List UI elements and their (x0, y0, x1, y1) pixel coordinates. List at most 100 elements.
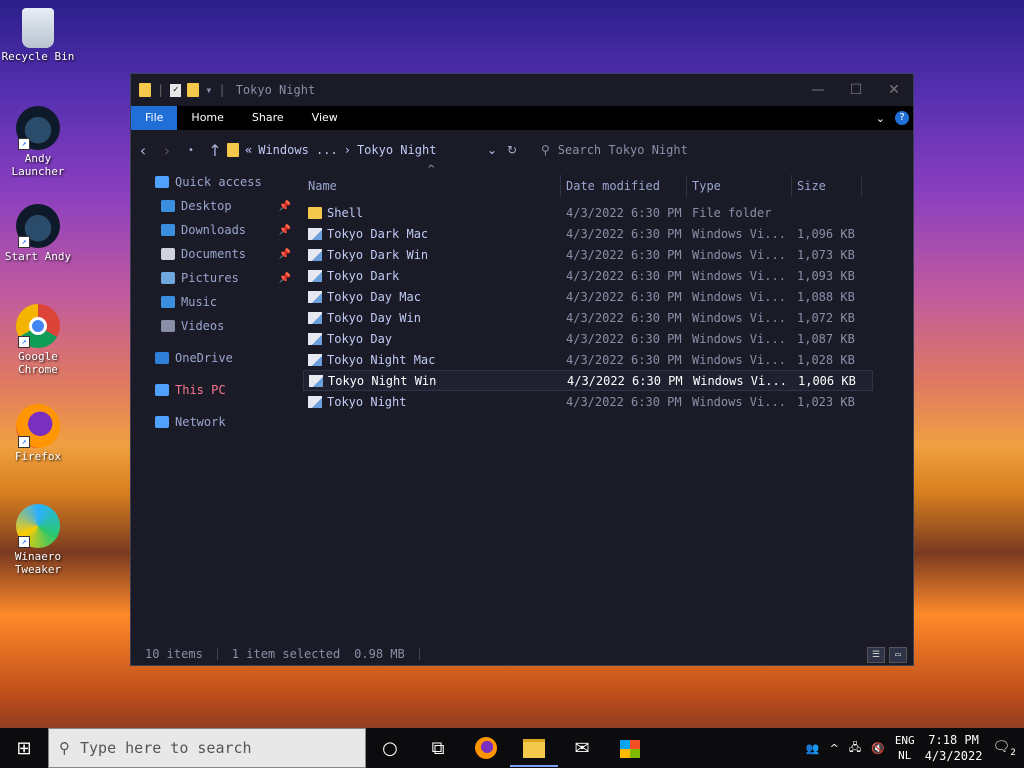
nav-item-quick-access[interactable]: Quick access (131, 170, 297, 194)
desktop-shortcut[interactable]: Recycle Bin (0, 8, 76, 63)
back-button[interactable]: ‹ (131, 141, 155, 160)
nav-item-pictures[interactable]: Pictures 📌 (131, 266, 297, 290)
file-row[interactable]: Tokyo Night Win 4/3/2022 6:30 PM Windows V… (303, 370, 873, 391)
mail-icon[interactable]: ✉ (558, 738, 606, 759)
file-size: 1,023 KB (797, 394, 855, 409)
language-indicator[interactable]: ENG NL (895, 733, 915, 763)
separator: | (218, 83, 226, 97)
nav-item-network[interactable]: Network (131, 410, 297, 434)
show-hidden-icons[interactable]: ^ (830, 742, 839, 755)
up-button[interactable]: ↑ (203, 141, 227, 160)
file-date: 4/3/2022 6:30 PM (566, 268, 682, 283)
forward-button[interactable]: › (155, 141, 179, 160)
desktop-shortcut[interactable]: ↗ Google Chrome (0, 304, 76, 376)
this-pc-icon (155, 384, 169, 396)
column-name[interactable]: Name (303, 175, 561, 197)
file-row[interactable]: Tokyo Day Mac 4/3/2022 6:30 PM Windows Vi.… (303, 286, 873, 307)
search-icon: ⚲ (541, 143, 550, 157)
file-row[interactable]: Tokyo Night Mac 4/3/2022 6:30 PM Windows V… (303, 349, 873, 370)
file-size: 1,093 KB (797, 268, 855, 283)
properties-icon[interactable]: ✓ (170, 83, 182, 97)
help-icon[interactable]: ? (895, 111, 909, 125)
column-type[interactable]: Type (687, 175, 792, 197)
new-folder-icon[interactable] (187, 83, 200, 97)
pin-icon[interactable]: 📌 (279, 273, 291, 284)
shortcut-arrow-icon: ↗ (18, 138, 30, 150)
cortana-icon[interactable]: ○ (366, 738, 414, 759)
folder-icon[interactable] (139, 83, 151, 97)
desktop-icon-label: Firefox (14, 450, 62, 463)
people-icon[interactable]: 👥 (806, 742, 820, 755)
desktop-shortcut[interactable]: ↗ Firefox (0, 404, 76, 463)
close-button[interactable]: ✕ (875, 82, 913, 98)
onedrive-icon (155, 352, 169, 364)
column-size[interactable]: Size (792, 175, 862, 197)
chrome-icon: ↗ (16, 304, 60, 348)
address-bar[interactable]: « Windows ... › Tokyo Night ⌄ (227, 143, 497, 157)
search-input[interactable]: Search Tokyo Night (558, 143, 688, 157)
file-row[interactable]: Tokyo Day Win 4/3/2022 6:30 PM Windows Vi.… (303, 307, 873, 328)
pin-icon[interactable]: 📌 (279, 201, 291, 212)
file-type: Windows Vi... (692, 289, 786, 304)
firefox-icon[interactable] (462, 737, 510, 759)
file-name-cell: Tokyo Dark Mac (303, 227, 561, 241)
maximize-button[interactable]: ☐ (837, 82, 875, 98)
file-row[interactable]: Tokyo Dark 4/3/2022 6:30 PM Windows Vi... 1… (303, 265, 873, 286)
start-button[interactable]: ⊞ (0, 738, 48, 759)
column-date-modified[interactable]: Date modified (561, 175, 687, 197)
file-type: File folder (692, 205, 772, 220)
address-dropdown-icon[interactable]: ⌄ (487, 143, 497, 157)
file-row[interactable]: Tokyo Dark Mac 4/3/2022 6:30 PM Windows Vi… (303, 223, 873, 244)
desktop-shortcut[interactable]: ↗ Andy Launcher (0, 106, 76, 178)
file-name-cell: Tokyo Day Win (303, 311, 561, 325)
file-name-cell: Tokyo Day (303, 332, 561, 346)
desktop-shortcut[interactable]: ↗ Start Andy (0, 204, 76, 263)
recent-locations-button[interactable]: • (179, 145, 203, 156)
quick-access-toolbar: | ✓ ▾ | Tokyo Night (131, 83, 315, 97)
file-explorer-icon[interactable] (510, 729, 558, 767)
minimize-button[interactable]: — (799, 82, 837, 98)
column-headers: ^ Name Date modified Type Size (303, 164, 873, 202)
nav-item-onedrive[interactable]: OneDrive (131, 346, 297, 370)
documents-icon (161, 248, 175, 260)
search-box[interactable]: ⚲ Search Tokyo Night (541, 143, 688, 157)
nav-item-videos[interactable]: Videos (131, 314, 297, 338)
nav-item-downloads[interactable]: Downloads 📌 (131, 218, 297, 242)
taskbar-search[interactable]: ⚲ Type here to search (48, 728, 366, 768)
refresh-button[interactable]: ↻ (497, 143, 527, 157)
expand-ribbon-icon[interactable]: ⌄ (876, 112, 885, 125)
large-icons-view-icon[interactable]: ▭ (889, 647, 907, 663)
notifications-icon[interactable]: 🗨2 (992, 739, 1016, 758)
breadcrumb-parent[interactable]: Windows ... (258, 143, 337, 157)
file-type: Windows Vi... (692, 352, 786, 367)
notification-count: 2 (1010, 747, 1016, 758)
details-view-icon[interactable]: ☰ (867, 647, 885, 663)
customize-toolbar-icon[interactable]: ▾ (205, 83, 212, 97)
file-row[interactable]: Tokyo Dark Win 4/3/2022 6:30 PM Windows Vi… (303, 244, 873, 265)
pin-icon[interactable]: 📌 (279, 225, 291, 236)
file-row[interactable]: Shell 4/3/2022 6:30 PM File folder (303, 202, 873, 223)
ribbon-tab-home[interactable]: Home (177, 106, 237, 130)
ribbon-tab-share[interactable]: Share (238, 106, 298, 130)
breadcrumb-current[interactable]: Tokyo Night (357, 143, 436, 157)
store-icon[interactable] (606, 738, 654, 759)
nav-item-music[interactable]: Music (131, 290, 297, 314)
sort-ascending-icon: ^ (427, 164, 436, 175)
file-row[interactable]: Tokyo Night 4/3/2022 6:30 PM Windows Vi...… (303, 391, 873, 412)
taskbar-search-input[interactable]: Type here to search (80, 739, 252, 757)
nav-item-desktop[interactable]: Desktop 📌 (131, 194, 297, 218)
ribbon-tab-view[interactable]: View (298, 106, 352, 130)
file-name-cell: Tokyo Dark Win (303, 248, 561, 262)
folder-icon (308, 206, 322, 219)
clock[interactable]: 7:18 PM 4/3/2022 (925, 732, 983, 764)
network-icon[interactable]: 🖧 (849, 739, 861, 758)
ribbon-tab-file[interactable]: File (131, 106, 178, 130)
taskbar: ⊞ ⚲ Type here to search ○ ⧉ ✉ 👥 ^ 🖧 🔇 EN… (0, 728, 1024, 768)
file-row[interactable]: Tokyo Day 4/3/2022 6:30 PM Windows Vi... 1,… (303, 328, 873, 349)
nav-item-this-pc[interactable]: This PC (131, 378, 297, 402)
desktop-shortcut[interactable]: ↗ Winaero Tweaker (0, 504, 76, 576)
task-view-icon[interactable]: ⧉ (414, 738, 462, 759)
pin-icon[interactable]: 📌 (279, 249, 291, 260)
nav-item-documents[interactable]: Documents 📌 (131, 242, 297, 266)
volume-muted-icon[interactable]: 🔇 (871, 742, 885, 755)
